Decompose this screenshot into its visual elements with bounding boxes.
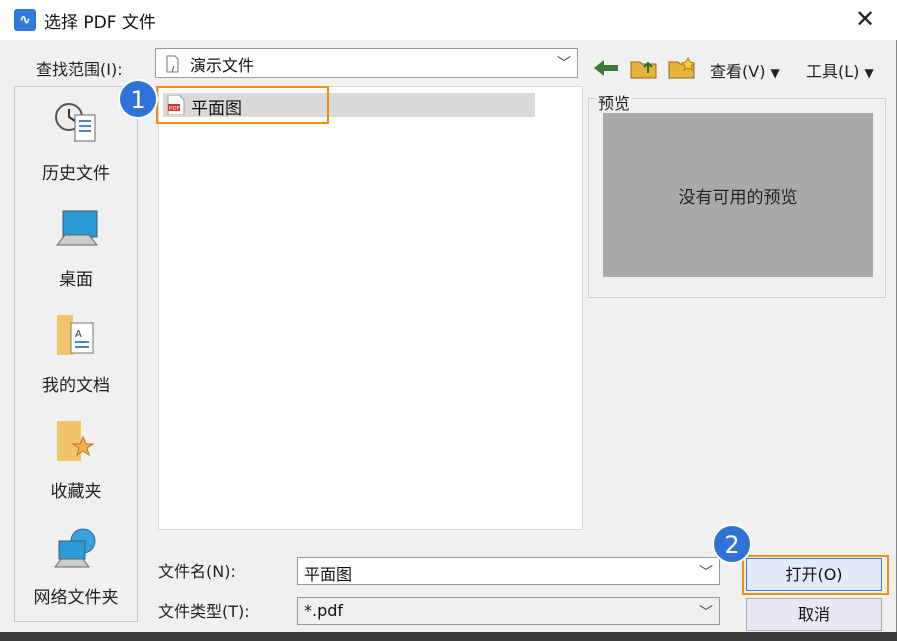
documents-icon: A [57,315,94,355]
up-folder-icon[interactable] [630,57,658,79]
open-pdf-dialog: ∿ 选择 PDF 文件 ✕ 查找范围(I): 演示文件 ﹀ 查看(V) ▼ 工具… [0,0,897,641]
title-bar: ∿ 选择 PDF 文件 ✕ [0,0,897,40]
chevron-down-icon: ﹀ [557,56,571,72]
close-icon[interactable]: ✕ [850,6,880,34]
lookin-select[interactable]: 演示文件 ﹀ [155,48,578,78]
step-badge-1: 1 [118,79,158,119]
filetype-label: 文件类型(T): [158,602,250,621]
place-favorites[interactable]: 收藏夹 [15,409,137,513]
history-icon [55,103,96,142]
dialog-title: 选择 PDF 文件 [44,13,156,33]
preview-pane: 没有可用的预览 [603,113,873,277]
back-arrow-icon[interactable] [592,57,620,79]
place-network-folder[interactable]: 网络文件夹 [15,515,137,619]
desktop-icon [55,210,99,246]
filename-input[interactable]: 平面图 ﹀ [297,557,720,585]
dropdown-arrow-icon: ▼ [770,66,780,80]
highlight-file-item [156,86,329,124]
file-list[interactable]: PDF 平面图 [158,86,583,530]
cancel-button[interactable]: 取消 [746,598,882,631]
tools-menu[interactable]: 工具(L) ▼ [806,58,874,82]
place-documents[interactable]: A 我的文档 [15,303,137,407]
filename-label: 文件名(N): [158,562,236,581]
chevron-down-icon: ﹀ [699,605,713,621]
network-folder-icon [54,528,96,568]
view-menu[interactable]: 查看(V) ▼ [710,58,780,82]
new-folder-icon[interactable] [668,57,696,79]
taskbar-edge [0,632,897,641]
filetype-select[interactable]: *.pdf ﹀ [297,597,720,625]
lookin-label: 查找范围(I): [36,60,123,79]
places-bar: 历史文件 桌面 A 我的文档 收藏夹 网络文件夹 [14,86,138,622]
lookin-value: 演示文件 [190,56,255,75]
svg-text:A: A [75,329,82,340]
chevron-down-icon[interactable]: ﹀ [699,562,713,582]
place-desktop[interactable]: 桌面 [15,197,137,301]
no-preview-text: 没有可用的预览 [678,188,798,208]
wps-pdf-icon: ∿ [14,9,36,31]
highlight-open-button [742,555,889,595]
preview-label: 预览 [596,90,633,114]
step-badge-2: 2 [712,524,752,564]
favorites-icon [57,421,95,461]
dropdown-arrow-icon: ▼ [864,66,874,80]
folder-pin-icon [166,55,179,73]
